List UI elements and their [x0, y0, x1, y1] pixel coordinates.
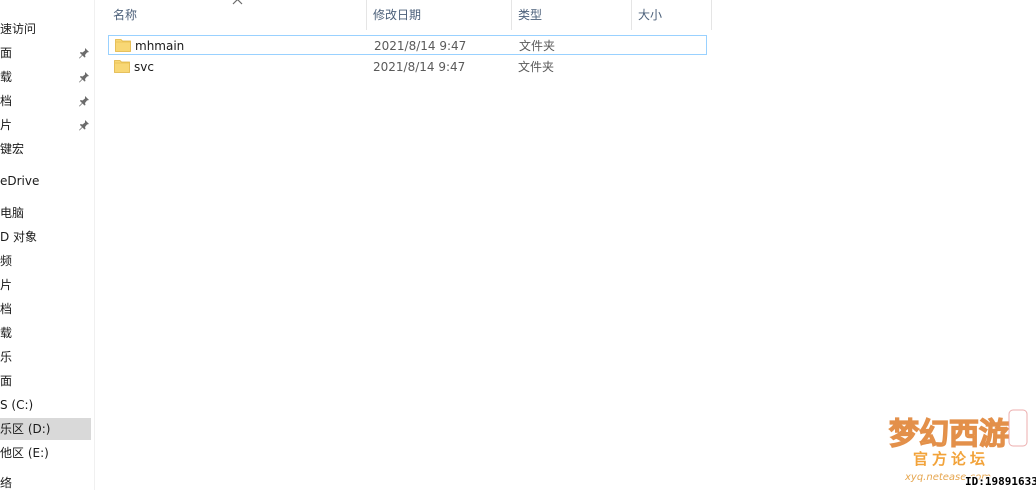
nav-item-label: D 对象 — [0, 230, 38, 244]
nav-item-label: 面 — [0, 46, 13, 60]
nav-item-label: 载 — [0, 70, 13, 84]
pin-icon — [79, 72, 89, 83]
nav-item-label: 频 — [0, 254, 13, 268]
nav-item-network[interactable]: 络 — [0, 472, 91, 490]
nav-item-desktop-pinned[interactable]: 面 — [0, 42, 91, 64]
nav-item-downloads-pinned[interactable]: 载 — [0, 66, 91, 88]
file-date-modified: 2021/8/14 9:47 — [373, 60, 466, 74]
pin-icon — [79, 120, 89, 131]
nav-item-label: 速访问 — [0, 22, 37, 36]
nav-item-label: 档 — [0, 302, 13, 316]
nav-item-label: 键宏 — [0, 142, 25, 156]
nav-item-label: 电脑 — [0, 206, 25, 220]
nav-item-onedrive[interactable]: eDrive — [0, 170, 91, 192]
nav-item-3d-objects[interactable]: D 对象 — [0, 226, 91, 248]
file-row[interactable]: svc 2021/8/14 9:47 文件夹 — [108, 57, 707, 77]
file-explorer-window: 速访问 面 载 档 片 键宏 eDrive 电脑 D 对象 频 片 档 载 乐 … — [0, 0, 1036, 490]
nav-item-label: 乐区 (D:) — [0, 422, 51, 436]
nav-item-label: 片 — [0, 118, 13, 132]
nav-item-downloads[interactable]: 载 — [0, 322, 91, 344]
nav-item-drive-e[interactable]: 他区 (E:) — [0, 442, 91, 464]
nav-item-pictures-pinned[interactable]: 片 — [0, 114, 91, 136]
nav-item-quick-access[interactable]: 速访问 — [0, 18, 91, 40]
nav-item-label: S (C:) — [0, 398, 34, 412]
pin-icon — [79, 48, 89, 59]
file-row[interactable]: mhmain 2021/8/14 9:47 文件夹 — [108, 35, 707, 55]
nav-item-documents[interactable]: 档 — [0, 298, 91, 320]
file-date-modified: 2021/8/14 9:47 — [374, 39, 467, 53]
column-header-date-modified[interactable]: 修改日期 — [367, 0, 512, 30]
nav-item-label: 片 — [0, 278, 13, 292]
column-header-type[interactable]: 类型 — [512, 0, 632, 30]
nav-item-label: 载 — [0, 326, 13, 340]
pin-icon — [79, 96, 89, 107]
nav-item-label: 档 — [0, 94, 13, 108]
file-type: 文件夹 — [519, 39, 556, 53]
column-header-size[interactable]: 大小 — [632, 0, 712, 30]
watermark-logo-text: 梦幻西游 — [889, 417, 1009, 452]
watermark-user-id: ID:19891633 — [965, 475, 1036, 488]
nav-item-drive-c[interactable]: S (C:) — [0, 394, 91, 416]
nav-item-pictures[interactable]: 片 — [0, 274, 91, 296]
file-type: 文件夹 — [518, 60, 555, 74]
nav-item-documents-pinned[interactable]: 档 — [0, 90, 91, 112]
nav-item-desktop[interactable]: 面 — [0, 370, 91, 392]
file-name: svc — [134, 60, 154, 74]
nav-item-this-pc[interactable]: 电脑 — [0, 202, 91, 224]
nav-item-music[interactable]: 乐 — [0, 346, 91, 368]
nav-item-label: 乐 — [0, 350, 13, 364]
nav-item-drive-d[interactable]: 乐区 (D:) — [0, 418, 91, 440]
nav-item-label: 他区 (E:) — [0, 446, 49, 460]
column-header-row: 名称 修改日期 类型 大小 — [95, 0, 1036, 31]
folder-icon — [114, 60, 130, 73]
nav-item-label: 络 — [0, 476, 13, 490]
nav-item-macro[interactable]: 键宏 — [0, 138, 91, 160]
file-name: mhmain — [135, 39, 185, 53]
nav-item-label: 面 — [0, 374, 13, 388]
folder-icon — [115, 39, 131, 52]
nav-item-videos[interactable]: 频 — [0, 250, 91, 272]
column-header-name[interactable]: 名称 — [107, 0, 367, 30]
watermark-subtitle: 官方论坛 — [913, 450, 989, 468]
navigation-pane[interactable]: 速访问 面 载 档 片 键宏 eDrive 电脑 D 对象 频 片 档 载 乐 … — [0, 0, 95, 490]
nav-item-label: eDrive — [0, 174, 40, 188]
